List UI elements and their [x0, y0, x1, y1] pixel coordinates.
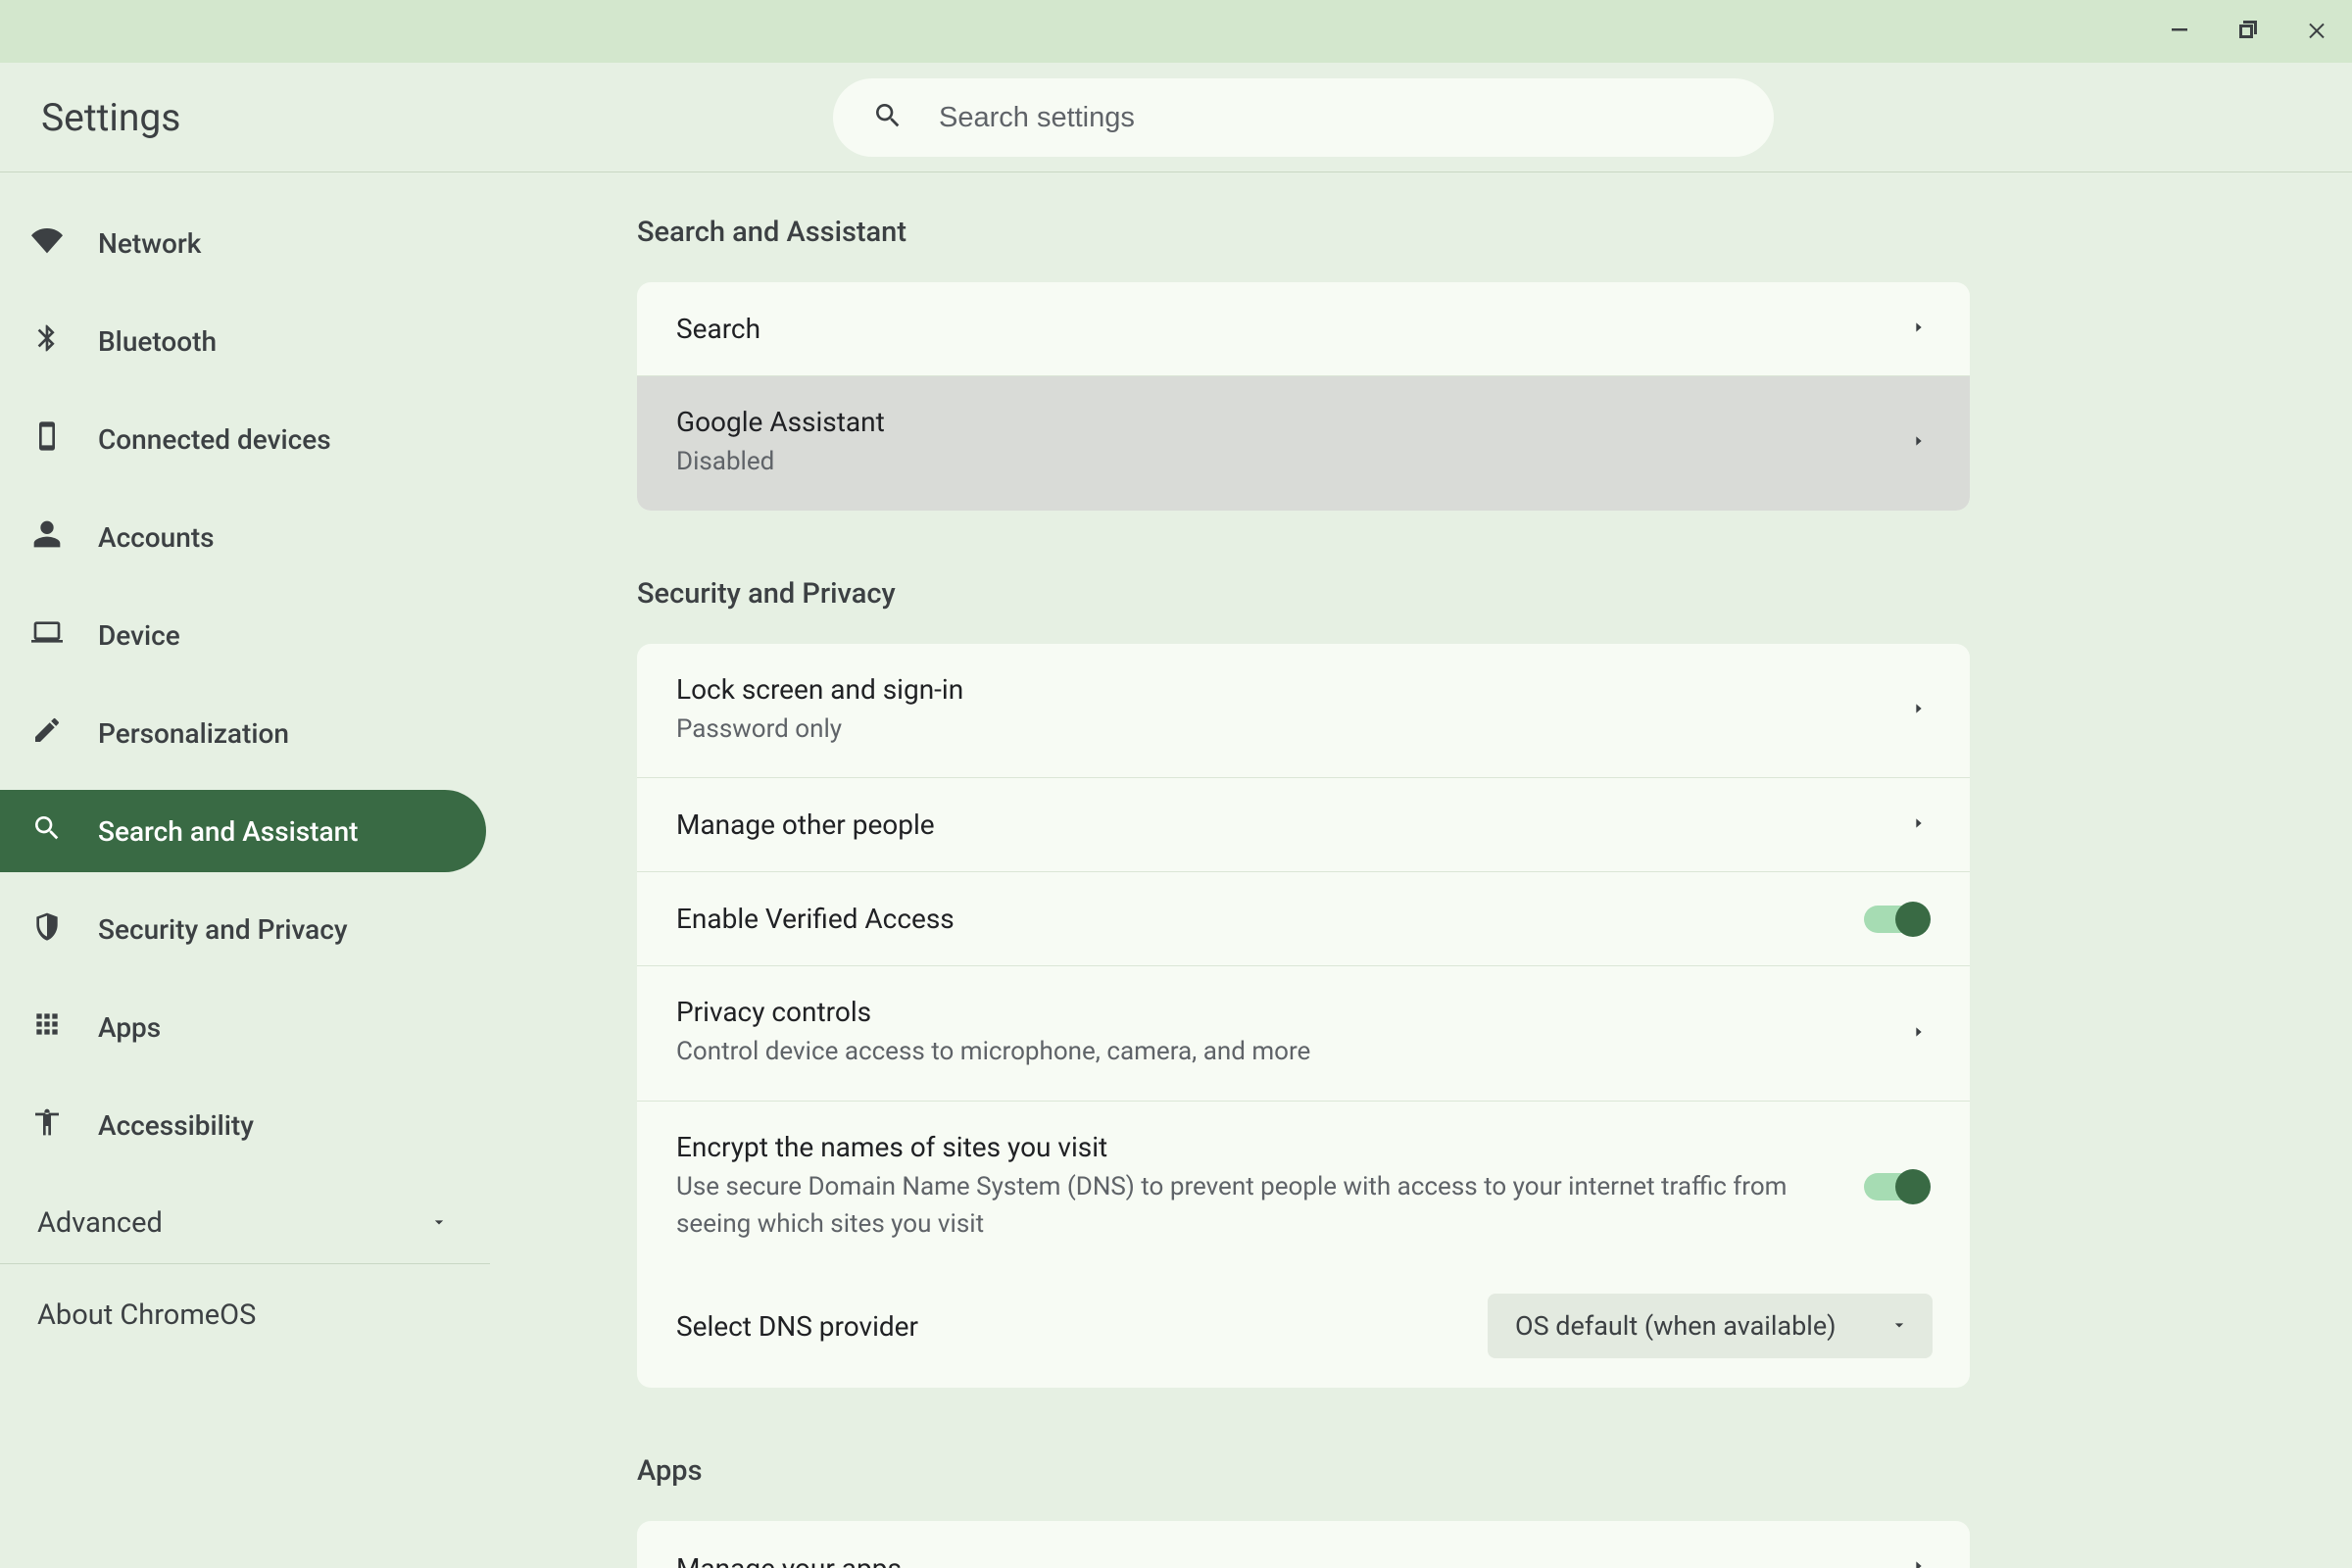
row-label: Manage your apps	[676, 1552, 1872, 1568]
row-manage-apps[interactable]: Manage your apps	[637, 1521, 1970, 1568]
advanced-label: Advanced	[37, 1206, 163, 1240]
row-label: Enable Verified Access	[676, 903, 1825, 935]
row-dns-provider: Select DNS provider OS default (when ava…	[637, 1272, 1970, 1388]
edit-icon	[31, 714, 63, 753]
row-lock-screen[interactable]: Lock screen and sign-in Password only	[637, 644, 1970, 779]
toggle-verified-access[interactable]	[1864, 906, 1927, 933]
row-privacy-controls[interactable]: Privacy controls Control device access t…	[637, 966, 1970, 1102]
row-sublabel: Control device access to microphone, cam…	[676, 1034, 1872, 1071]
chevron-right-icon	[1911, 319, 1927, 339]
sidebar-item-network[interactable]: Network	[0, 202, 486, 284]
row-manage-people[interactable]: Manage other people	[637, 778, 1970, 872]
phone-icon	[31, 420, 63, 459]
page-title: Settings	[41, 95, 180, 140]
sidebar-item-label: Device	[98, 619, 180, 652]
sidebar-item-search-assistant[interactable]: Search and Assistant	[0, 790, 486, 872]
chevron-right-icon	[1911, 701, 1927, 720]
card-apps: Manage your apps	[637, 1521, 1970, 1568]
card-search-assistant: Search Google Assistant Disabled	[637, 282, 1970, 511]
sidebar-item-device[interactable]: Device	[0, 594, 486, 676]
row-search[interactable]: Search	[637, 282, 1970, 376]
chevron-down-icon	[429, 1206, 449, 1240]
sidebar-item-label: Apps	[98, 1011, 161, 1044]
sidebar-about[interactable]: About ChromeOS	[0, 1274, 490, 1356]
sidebar-item-label: Search and Assistant	[98, 815, 359, 848]
sidebar-item-label: Accessibility	[98, 1109, 254, 1142]
sidebar-item-accounts[interactable]: Accounts	[0, 496, 486, 578]
minimize-icon[interactable]	[2168, 18, 2191, 45]
section-title-apps: Apps	[637, 1454, 2352, 1488]
about-label: About ChromeOS	[37, 1298, 256, 1332]
maximize-icon[interactable]	[2236, 18, 2260, 45]
search-input[interactable]	[939, 102, 1735, 134]
sidebar-item-label: Accounts	[98, 521, 215, 554]
search-box[interactable]	[833, 78, 1774, 157]
search-icon	[872, 100, 904, 135]
section-title-search-assistant: Search and Assistant	[637, 216, 2352, 249]
row-sublabel: Use secure Domain Name System (DNS) to p…	[676, 1169, 1825, 1243]
dns-provider-select[interactable]: OS default (when available)	[1488, 1294, 1933, 1358]
sidebar-item-apps[interactable]: Apps	[0, 986, 486, 1068]
dns-provider-label: Select DNS provider	[676, 1310, 918, 1343]
window-titlebar	[0, 0, 2352, 63]
chevron-right-icon	[1911, 433, 1927, 453]
row-sublabel: Disabled	[676, 444, 1872, 481]
card-security: Lock screen and sign-in Password only Ma…	[637, 644, 1970, 1389]
wifi-icon	[31, 224, 63, 263]
sidebar-item-label: Personalization	[98, 717, 289, 750]
settings-content: Search and Assistant Search Google Assis…	[490, 172, 2352, 1568]
chevron-right-icon	[1911, 1024, 1927, 1044]
row-label: Google Assistant	[676, 406, 1872, 438]
dns-provider-value: OS default (when available)	[1515, 1310, 1837, 1342]
sidebar-item-label: Security and Privacy	[98, 913, 348, 946]
app-header: Settings	[0, 63, 2352, 172]
chevron-right-icon	[1911, 815, 1927, 835]
apps-icon	[31, 1008, 63, 1047]
sidebar-item-accessibility[interactable]: Accessibility	[0, 1084, 486, 1166]
row-label: Encrypt the names of sites you visit	[676, 1131, 1825, 1163]
sidebar-item-personalization[interactable]: Personalization	[0, 692, 486, 774]
sidebar-item-connected-devices[interactable]: Connected devices	[0, 398, 486, 480]
row-secure-dns: Encrypt the names of sites you visit Use…	[637, 1102, 1970, 1272]
row-google-assistant[interactable]: Google Assistant Disabled	[637, 376, 1970, 511]
chevron-right-icon	[1911, 1558, 1927, 1568]
search-icon	[31, 812, 63, 851]
bluetooth-icon	[31, 322, 63, 361]
sidebar-item-label: Connected devices	[98, 423, 331, 456]
row-label: Manage other people	[676, 808, 1872, 841]
sidebar-item-label: Network	[98, 227, 201, 260]
row-sublabel: Password only	[676, 711, 1872, 749]
person-icon	[31, 518, 63, 557]
accessibility-icon	[31, 1106, 63, 1145]
toggle-secure-dns[interactable]	[1864, 1173, 1927, 1200]
shield-icon	[31, 910, 63, 949]
laptop-icon	[31, 616, 63, 655]
sidebar-item-security[interactable]: Security and Privacy	[0, 888, 486, 970]
dropdown-icon	[1889, 1310, 1909, 1342]
row-verified-access: Enable Verified Access	[637, 872, 1970, 966]
sidebar-item-bluetooth[interactable]: Bluetooth	[0, 300, 486, 382]
section-title-security: Security and Privacy	[637, 577, 2352, 611]
row-label: Lock screen and sign-in	[676, 673, 1872, 706]
sidebar-item-label: Bluetooth	[98, 325, 217, 358]
row-label: Search	[676, 313, 1872, 345]
sidebar: Network Bluetooth Connected devices Acco…	[0, 172, 490, 1568]
close-icon[interactable]	[2305, 18, 2328, 45]
row-label: Privacy controls	[676, 996, 1872, 1028]
sidebar-advanced-toggle[interactable]: Advanced	[0, 1182, 490, 1264]
